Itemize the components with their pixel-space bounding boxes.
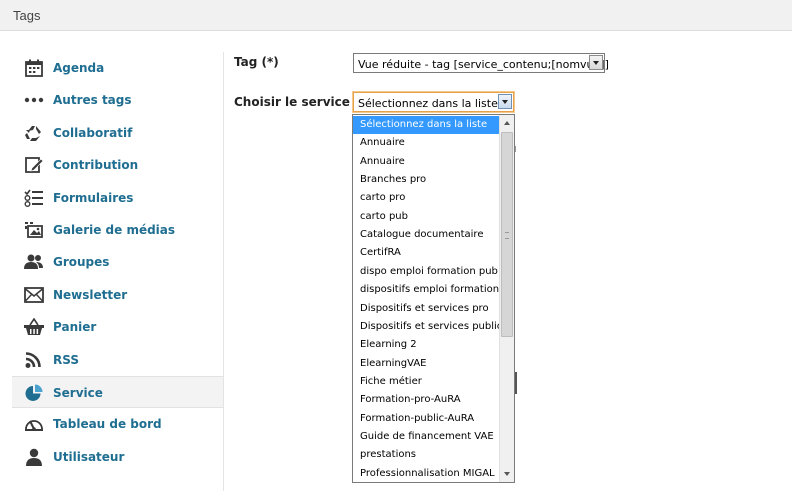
sidebar-item-newsletter[interactable]: Newsletter [12, 279, 223, 311]
checklist-icon [24, 189, 44, 207]
scroll-down-icon[interactable] [500, 467, 514, 482]
users-group-icon [24, 253, 44, 271]
dropdown-scrollbar[interactable] [499, 115, 514, 482]
service-dropdown-list[interactable]: Sélectionnez dans la liste Annuaire Annuai… [352, 114, 515, 483]
dropdown-option[interactable]: Dispositifs et services public [353, 318, 499, 336]
service-label: Choisir le service (*) [234, 95, 372, 109]
background-edge-mark [515, 146, 516, 152]
rss-icon [24, 351, 44, 369]
pie-chart-icon [24, 384, 44, 402]
sidebar-item-autres-tags[interactable]: Autres tags [12, 84, 223, 116]
dropdown-option[interactable]: carto pub [353, 208, 499, 226]
sidebar-item-rss[interactable]: RSS [12, 344, 223, 376]
sidebar-item-utilisateur[interactable]: Utilisateur [12, 441, 223, 473]
tag-label: Tag (*) [234, 55, 279, 69]
scrollbar-thumb[interactable] [501, 132, 513, 337]
sidebar-item-label[interactable]: Galerie de médias [53, 223, 175, 237]
calendar-icon [24, 59, 44, 77]
dropdown-option[interactable]: ElearningVAE [353, 355, 499, 373]
dropdown-option[interactable]: Annuaire [353, 153, 499, 171]
user-icon [24, 448, 44, 466]
dropdown-option[interactable]: Dispositifs et services pro [353, 300, 499, 318]
image-gallery-icon [24, 221, 44, 239]
sidebar-item-label[interactable]: Contribution [53, 158, 138, 172]
sidebar-item-label[interactable]: Panier [53, 320, 96, 334]
dropdown-option[interactable]: prestations [353, 446, 499, 464]
edit-pencil-icon [24, 156, 44, 174]
sidebar-item-label[interactable]: Utilisateur [53, 450, 124, 464]
background-edge-mark [515, 372, 517, 394]
sidebar-item-label[interactable]: RSS [53, 353, 79, 367]
envelope-icon [24, 286, 44, 304]
sidebar-item-label[interactable]: Groupes [53, 255, 109, 269]
basket-icon [24, 318, 44, 336]
sidebar-item-tableau-de-bord[interactable]: Tableau de bord [12, 408, 223, 440]
chevron-down-icon[interactable] [498, 94, 512, 109]
sidebar-item-formulaires[interactable]: Formulaires [12, 182, 223, 214]
dropdown-option[interactable]: Annuaire [353, 134, 499, 152]
dropdown-option[interactable]: Sélectionnez dans la liste [353, 116, 499, 134]
sidebar: Agenda Autres tags Collaboratif Contributio… [12, 52, 224, 491]
sidebar-item-label[interactable]: Tableau de bord [53, 417, 162, 431]
sidebar-item-groupes[interactable]: Groupes [12, 246, 223, 278]
dropdown-option[interactable]: Branches pro [353, 171, 499, 189]
sidebar-item-label[interactable]: Autres tags [53, 93, 132, 107]
dropdown-option[interactable]: dispositifs emploi formation [353, 281, 499, 299]
dropdown-option[interactable]: Catalogue documentaire [353, 226, 499, 244]
ellipsis-icon [24, 91, 44, 109]
dropdown-option[interactable]: Guide de financement VAE [353, 428, 499, 446]
scroll-up-icon[interactable] [500, 115, 514, 130]
dropdown-option[interactable]: Elearning 2 [353, 336, 499, 354]
service-select-value: Sélectionnez dans la liste [358, 97, 498, 110]
dropdown-option[interactable]: Fiche métier [353, 373, 499, 391]
sidebar-item-contribution[interactable]: Contribution [12, 149, 223, 181]
dropdown-option[interactable]: carto pro [353, 189, 499, 207]
sidebar-item-galerie-de-m-dias[interactable]: Galerie de médias [12, 214, 223, 246]
dropdown-option[interactable]: Professionnalisation MIGAL [353, 465, 499, 482]
sidebar-item-label[interactable]: Formulaires [53, 191, 133, 205]
sidebar-item-service[interactable]: Service [12, 376, 223, 408]
sidebar-item-panier[interactable]: Panier [12, 311, 223, 343]
recycle-arrows-icon [24, 124, 44, 142]
window-title: Tags [13, 8, 41, 23]
sidebar-item-label[interactable]: Service [53, 386, 103, 400]
window-titlebar: Tags [0, 0, 792, 31]
service-select[interactable]: Sélectionnez dans la liste [352, 91, 515, 113]
tag-select[interactable]: Vue réduite - tag [service_contenu;[nomv… [353, 53, 609, 73]
sidebar-item-label[interactable]: Newsletter [53, 288, 127, 302]
sidebar-item-label[interactable]: Collaboratif [53, 126, 132, 140]
chevron-down-icon[interactable] [589, 55, 603, 70]
sidebar-item-agenda[interactable]: Agenda [12, 52, 223, 84]
sidebar-item-label[interactable]: Agenda [53, 61, 104, 75]
dropdown-option[interactable]: dispo emploi formation pub [353, 263, 499, 281]
dropdown-option[interactable]: Formation-public-AuRA [353, 410, 499, 428]
dropdown-option[interactable]: Formation-pro-AuRA [353, 391, 499, 409]
sidebar-item-collaboratif[interactable]: Collaboratif [12, 117, 223, 149]
tag-select-value: Vue réduite - tag [service_contenu;[nomv… [358, 58, 609, 71]
dropdown-option[interactable]: CertifRA [353, 244, 499, 262]
gauge-icon [24, 415, 44, 433]
